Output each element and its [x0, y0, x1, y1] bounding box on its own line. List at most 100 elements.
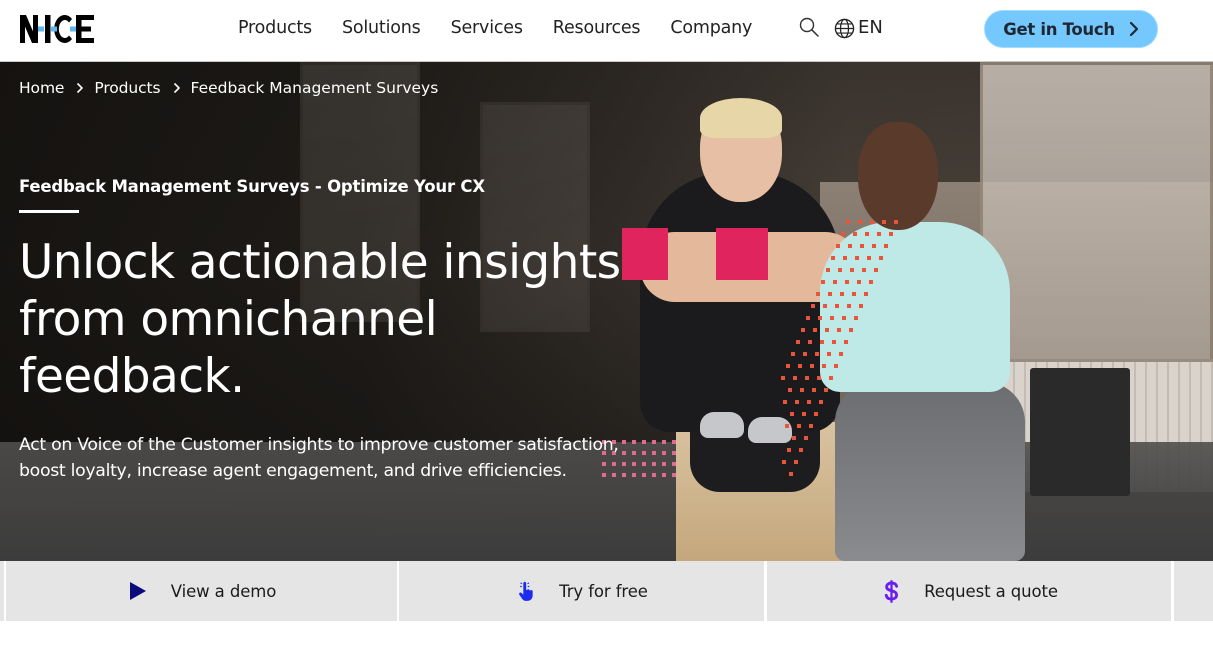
- pattern-dot: [812, 388, 816, 392]
- pattern-dot: [848, 244, 852, 248]
- pattern-dot: [841, 232, 845, 236]
- hero-eyebrow: Feedback Management Surveys - Optimize Y…: [19, 177, 485, 196]
- pattern-dot: [879, 256, 883, 260]
- pattern-dot: [782, 460, 786, 464]
- pattern-dot: [808, 340, 812, 344]
- pattern-dot: [831, 256, 835, 260]
- dollar-icon: [880, 579, 902, 603]
- pattern-dot: [795, 400, 799, 404]
- pattern-dot: [783, 400, 787, 404]
- pattern-dot: [813, 328, 817, 332]
- pattern-dot: [877, 232, 881, 236]
- pattern-dot: [788, 388, 792, 392]
- pattern-dot: [672, 451, 676, 455]
- pattern-dot: [845, 280, 849, 284]
- speaker: [1030, 368, 1130, 496]
- pattern-dot: [811, 304, 815, 308]
- hero-section: Home Products Feedback Management Survey…: [0, 62, 1213, 561]
- pattern-dot: [794, 460, 798, 464]
- pattern-dot: [882, 220, 886, 224]
- pattern-dot: [870, 220, 874, 224]
- pattern-dot: [814, 412, 818, 416]
- pattern-dot: [820, 340, 824, 344]
- breadcrumb-products[interactable]: Products: [94, 79, 160, 97]
- pattern-dot: [852, 292, 856, 296]
- request-quote-button[interactable]: Request a quote: [767, 561, 1171, 621]
- search-icon: [799, 17, 819, 37]
- pattern-dot: [805, 376, 809, 380]
- pattern-dot: [846, 220, 850, 224]
- pattern-dot: [821, 280, 825, 284]
- pattern-dot: [849, 328, 853, 332]
- pattern-dot: [672, 440, 676, 444]
- get-in-touch-button[interactable]: Get in Touch: [984, 10, 1158, 48]
- pattern-dot: [672, 462, 676, 466]
- pattern-dot: [810, 364, 814, 368]
- pattern-dot: [803, 352, 807, 356]
- pattern-dot: [830, 316, 834, 320]
- person-hair: [700, 98, 782, 138]
- pattern-dot: [662, 451, 666, 455]
- request-quote-label: Request a quote: [924, 581, 1058, 601]
- pattern-dot: [859, 304, 863, 308]
- pattern-dot: [847, 304, 851, 308]
- pattern-dot: [874, 268, 878, 272]
- action-bar: View a demo Try for free Request a quote: [0, 561, 1213, 621]
- pattern-dot: [809, 424, 813, 428]
- search-button[interactable]: [799, 17, 819, 37]
- pattern-dot: [799, 448, 803, 452]
- pattern-dot: [832, 340, 836, 344]
- pattern-dot: [829, 376, 833, 380]
- language-label: EN: [858, 17, 883, 38]
- pattern-dot: [828, 292, 832, 296]
- pattern-dot: [857, 280, 861, 284]
- pattern-dot: [789, 472, 793, 476]
- pattern-dot: [854, 316, 858, 320]
- play-icon: [127, 579, 149, 603]
- pattern-dot: [823, 304, 827, 308]
- pattern-dot: [662, 462, 666, 466]
- pattern-dot: [858, 220, 862, 224]
- pattern-dot: [853, 232, 857, 236]
- pattern-dot: [819, 400, 823, 404]
- nav-item-company[interactable]: Company: [670, 17, 752, 39]
- pattern-dot: [790, 412, 794, 416]
- get-in-touch-label: Get in Touch: [1003, 19, 1115, 39]
- pattern-dot: [662, 440, 666, 444]
- pattern-dot: [836, 244, 840, 248]
- pattern-dot: [867, 256, 871, 260]
- pattern-dot: [791, 352, 795, 356]
- pointer-hand-icon: [515, 579, 537, 603]
- headline-line: feedback.: [19, 349, 245, 404]
- pattern-dot: [825, 328, 829, 332]
- pattern-dot: [800, 388, 804, 392]
- breadcrumb-current: Feedback Management Surveys: [190, 79, 439, 97]
- hero-headline: Unlock actionable insights from omnichan…: [19, 234, 679, 405]
- pattern-dot: [796, 340, 800, 344]
- pattern-dot: [792, 436, 796, 440]
- pattern-dot: [785, 424, 789, 428]
- nav-item-services[interactable]: Services: [451, 17, 523, 39]
- nav-item-resources[interactable]: Resources: [553, 17, 641, 39]
- pattern-dot: [837, 328, 841, 332]
- pattern-dot: [840, 292, 844, 296]
- pattern-dot: [816, 292, 820, 296]
- pattern-dot: [884, 244, 888, 248]
- pattern-dot: [834, 364, 838, 368]
- view-demo-button[interactable]: View a demo: [6, 561, 397, 621]
- language-selector[interactable]: EN: [834, 17, 883, 39]
- nav-item-solutions[interactable]: Solutions: [342, 17, 421, 39]
- action-bar-edge: [0, 561, 4, 621]
- pattern-dot: [824, 388, 828, 392]
- breadcrumb-home[interactable]: Home: [19, 79, 64, 97]
- pattern-dot: [801, 328, 805, 332]
- try-for-free-button[interactable]: Try for free: [399, 561, 764, 621]
- globe-icon: [834, 18, 855, 38]
- pattern-dot: [827, 352, 831, 356]
- pattern-dot: [833, 280, 837, 284]
- nice-logo[interactable]: [20, 15, 94, 43]
- pattern-dot: [872, 244, 876, 248]
- nav-item-products[interactable]: Products: [238, 17, 312, 39]
- pattern-dot: [798, 364, 802, 368]
- pattern-dot: [860, 244, 864, 248]
